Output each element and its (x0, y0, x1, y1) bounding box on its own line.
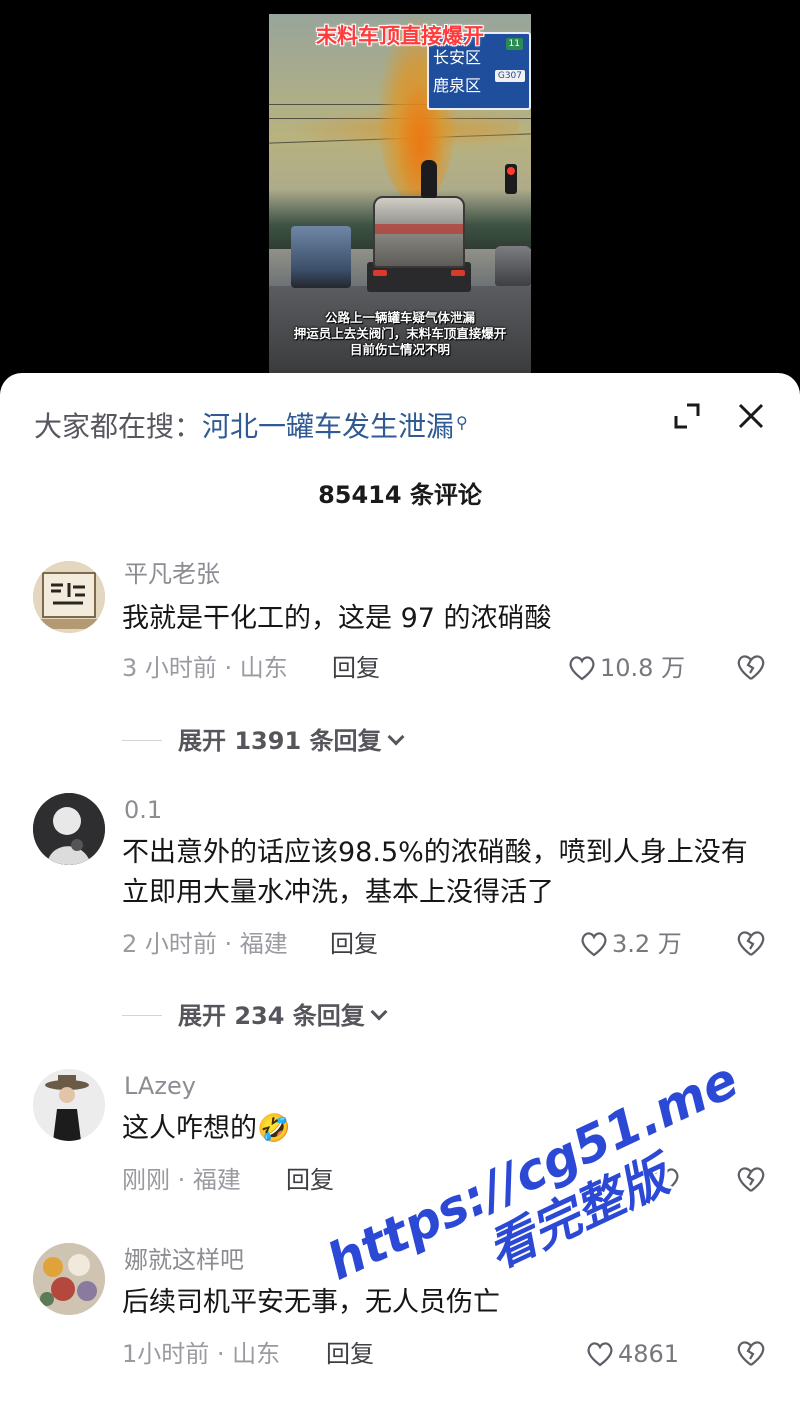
broken-heart-icon[interactable] (736, 653, 766, 683)
person-on-truck (421, 160, 437, 198)
left-truck (291, 226, 351, 288)
comment-text-content: 这人咋想的 (122, 1113, 257, 1144)
comment-count: 85414 条评论 (318, 481, 482, 509)
comment-time-location: 3 小时前 · 山东 (122, 654, 288, 682)
tanker-truck (373, 196, 465, 268)
expand-replies-label: 展开 1391 条回复 (178, 727, 382, 755)
comment-time-location: 1小时前 · 山东 (122, 1340, 281, 1368)
road-sign-route: G307 (494, 70, 525, 82)
road-sign-line-1: 长安区 (433, 48, 482, 67)
comment-username[interactable]: 平凡老张 (124, 557, 220, 591)
comment-username[interactable]: LAzey (124, 1069, 196, 1103)
chevron-down-icon (387, 728, 405, 746)
heart-icon (587, 1342, 613, 1367)
broken-heart-icon[interactable] (736, 929, 766, 959)
trending-search-term[interactable]: 河北一罐车发生泄漏 (202, 410, 454, 443)
traffic-light (505, 164, 517, 194)
close-icon[interactable] (736, 401, 766, 431)
tail-light (451, 270, 465, 276)
like-count: 10.8 万 (600, 654, 686, 682)
reply-button[interactable]: 回复 (326, 1337, 374, 1371)
heart-icon (569, 656, 595, 681)
chevron-down-icon (370, 1003, 388, 1021)
tail-light (373, 270, 387, 276)
trending-search-prefix: 大家都在搜： (34, 410, 203, 443)
comment-time-location: 2 小时前 · 福建 (122, 930, 288, 958)
like-count: 4861 (618, 1340, 680, 1368)
comment-text: 我就是干化工的，这是 97 的浓硝酸 (122, 603, 552, 634)
expand-icon[interactable] (672, 401, 702, 431)
comment-text: 后续司机平安无事，无人员伤亡 (122, 1287, 500, 1318)
broken-heart-icon[interactable] (736, 1165, 766, 1195)
video-frame: 11 长安区 G307 鹿泉区 末料车顶直接爆开 公路上一辆罐车疑气体泄漏 押运… (269, 14, 531, 374)
comment-text: 这人咋想的🤣 (122, 1109, 772, 1149)
heart-icon (653, 1168, 679, 1193)
expand-replies-button[interactable]: 展开 234 条回复 (122, 999, 388, 1033)
laughing-emoji-icon: 🤣 (257, 1113, 291, 1144)
comment-text: 不出意外的话应该98.5%的浓硝酸，喷到人身上没有立即用大量水冲洗，基本上没得活… (122, 837, 748, 908)
reply-button[interactable]: 回复 (286, 1163, 334, 1197)
heart-icon (581, 932, 607, 957)
right-car (495, 246, 531, 286)
video-caption-line-1: 公路上一辆罐车疑气体泄漏 (324, 310, 475, 325)
road-sign-line-2: 鹿泉区 (433, 76, 482, 95)
reply-button[interactable]: 回复 (330, 927, 378, 961)
comment-sheet: 大家都在搜：河北一罐车发生泄漏 ⚲ 85414 条评论 平凡老张 我就是干化工的，… (0, 373, 800, 1402)
like-button[interactable]: 4861 (586, 1337, 679, 1371)
comment-username[interactable]: 娜就这样吧 (124, 1243, 244, 1277)
expand-replies-label: 展开 234 条回复 (178, 1002, 365, 1030)
search-icon: ⚲ (456, 413, 468, 432)
like-button[interactable] (652, 1163, 684, 1197)
trending-search[interactable]: 大家都在搜：河北一罐车发生泄漏 ⚲ (34, 403, 468, 443)
avatar[interactable] (33, 1069, 105, 1141)
avatar[interactable] (33, 793, 105, 865)
video-caption-line-3: 目前伤亡情况不明 (349, 342, 450, 357)
video-title: 末料车顶直接爆开 (316, 24, 484, 48)
comment-time-location: 刚刚 · 福建 (122, 1166, 241, 1194)
broken-heart-icon[interactable] (736, 1339, 766, 1369)
comment-username[interactable]: 0.1 (124, 793, 162, 827)
like-button[interactable]: 10.8 万 (568, 651, 685, 685)
expand-replies-button[interactable]: 展开 1391 条回复 (122, 724, 405, 758)
avatar[interactable] (33, 561, 105, 633)
reply-button[interactable]: 回复 (332, 651, 380, 685)
like-button[interactable]: 3.2 万 (580, 927, 682, 961)
video-player[interactable]: 11 长安区 G307 鹿泉区 末料车顶直接爆开 公路上一辆罐车疑气体泄漏 押运… (0, 0, 800, 400)
like-count: 3.2 万 (612, 930, 682, 958)
avatar[interactable] (33, 1243, 105, 1315)
video-caption-line-2: 押运员上去关阀门，末料车顶直接爆开 (293, 326, 507, 341)
